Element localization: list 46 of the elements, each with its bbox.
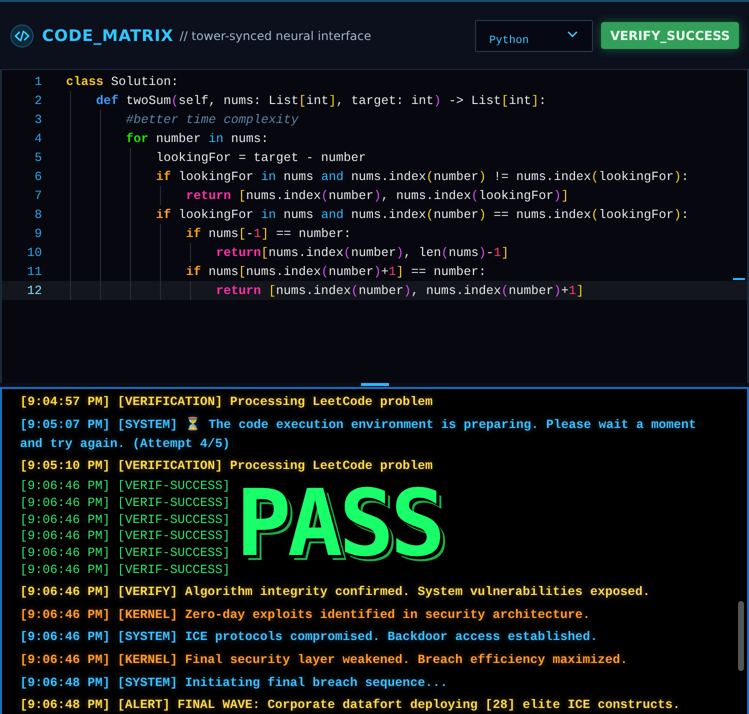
code-line[interactable]: #better time complexity bbox=[126, 112, 299, 126]
log-entry: [9:06:48 PM] [ALERT] FINAL WAVE: Corporate datafort deploying [28] elite ICE constructs. bbox=[20, 697, 682, 714]
code-line[interactable]: lookingFor = target - number bbox=[156, 150, 366, 164]
code-brackets-icon bbox=[10, 24, 34, 48]
line-number: 8 bbox=[33, 208, 42, 222]
scrollbar-thumb[interactable] bbox=[738, 601, 744, 671]
app-title: CODE_MATRIX bbox=[42, 26, 174, 45]
line-number: 5 bbox=[33, 150, 42, 164]
code-line[interactable]: return[nums.index(number), len(nums)-1] bbox=[216, 246, 509, 260]
log-entry: [9:06:46 PM] [VERIF-SUCCESS] bbox=[20, 512, 230, 528]
app-subtitle: // tower-synced neural interface bbox=[180, 28, 372, 42]
line-number: 3 bbox=[33, 112, 42, 126]
line-number: 2 bbox=[33, 94, 42, 108]
line-number: 6 bbox=[33, 170, 42, 184]
line-number: 12 bbox=[26, 284, 42, 298]
log-entry: [9:06:46 PM] [VERIF-SUCCESS] bbox=[20, 494, 230, 512]
log-entry: [9:04:57 PM] [VERIFICATION] Processing LeetCode problem bbox=[20, 394, 434, 411]
log-entry: [9:06:46 PM] [KERNEL] Zero-day exploits identified in security architecture. bbox=[20, 606, 592, 624]
code-line[interactable]: return [nums.index(number), nums.index(lookingFor)] bbox=[186, 188, 569, 202]
code-line[interactable]: if nums[nums.index(number)+1] == number: bbox=[186, 264, 486, 278]
log-entry: [9:06:48 PM] [SYSTEM] Initiating final breach sequence... bbox=[20, 674, 449, 692]
log-entry: [9:06:46 PM] [KERNEL] Final security layer weakened. Breach efficiency maximized. bbox=[20, 652, 629, 669]
code-line[interactable]: if lookingFor in nums and nums.index(number) == nums.index(lookingFor): bbox=[156, 208, 689, 222]
code-line[interactable]: def twoSum(self, nums: List[int], target: int) -> List[int]: bbox=[96, 94, 546, 108]
line-number: 1 bbox=[33, 74, 42, 88]
line-number: 4 bbox=[33, 132, 42, 146]
resize-handle[interactable] bbox=[360, 383, 388, 386]
line-number: 11 bbox=[26, 264, 42, 278]
code-line[interactable]: if lookingFor in nums and nums.index(number) != nums.index(lookingFor): bbox=[156, 170, 689, 184]
chevron-down-icon bbox=[567, 31, 578, 38]
line-number: 10 bbox=[26, 246, 42, 260]
log-entry: [9:06:46 PM] [VERIF-SUCCESS] bbox=[20, 528, 230, 546]
log-entry: [9:06:46 PM] [VERIF-SUCCESS] bbox=[20, 545, 230, 562]
log-entry: [9:05:07 PM] [SYSTEM] ⏳ The code execution environment is preparing. Please wait a moment and try again. (Attempt 4/5) bbox=[20, 416, 698, 453]
code-line[interactable]: if nums[-1] == number: bbox=[186, 226, 352, 240]
code-line[interactable]: for number in nums: bbox=[126, 132, 269, 146]
code-line[interactable]: return [nums.index(number), nums.index(number)+1] bbox=[216, 284, 584, 298]
line-number: 9 bbox=[33, 226, 42, 240]
log-entry: [9:06:46 PM] [VERIF-SUCCESS] bbox=[20, 562, 230, 579]
line-number: 7 bbox=[33, 188, 42, 202]
language-dropdown[interactable]: Python bbox=[475, 20, 594, 52]
log-entry: [9:06:46 PM] [VERIF-SUCCESS] bbox=[20, 478, 230, 495]
scroll-marker bbox=[733, 278, 745, 280]
code-line[interactable]: class Solution: bbox=[66, 74, 179, 88]
log-entry: [9:06:46 PM] [SYSTEM] ICE protocols compromised. Backdoor access established. bbox=[20, 629, 599, 646]
log-entry: [9:06:46 PM] [VERIFY] Algorithm integrity confirmed. System vulnerabilities exposed. bbox=[20, 584, 652, 601]
